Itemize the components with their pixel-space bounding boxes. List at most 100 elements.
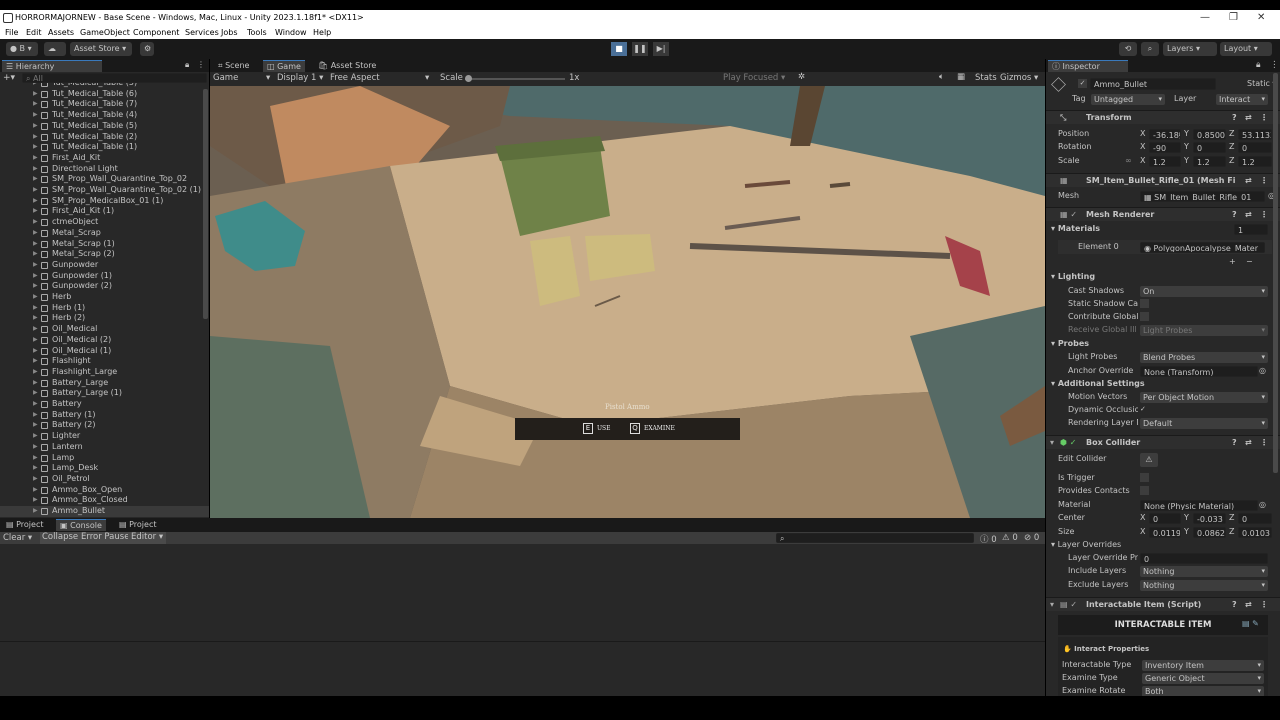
hierarchy-item[interactable]: ▶ Gunpowder (1)	[0, 271, 209, 282]
tab-project[interactable]: ▤ Project	[2, 519, 47, 531]
hierarchy-item[interactable]: ▶ Herb (2)	[0, 313, 209, 324]
minimize-button[interactable]: —	[1200, 12, 1210, 23]
include-layers-dropdown[interactable]: Nothing	[1140, 566, 1268, 577]
hierarchy-scrollbar[interactable]	[203, 89, 208, 319]
expand-arrow-icon[interactable]: ▶	[33, 399, 38, 410]
expand-arrow-icon[interactable]: ▶	[33, 206, 38, 217]
play-button[interactable]: ■	[611, 42, 627, 56]
menu-file[interactable]: File	[5, 28, 18, 37]
expand-arrow-icon[interactable]: ▶	[33, 420, 38, 431]
tab-inspector[interactable]: ⓘ Inspector	[1048, 60, 1128, 72]
hierarchy-item[interactable]: ▶ Tut_Medical_Table (7)	[0, 99, 209, 110]
hierarchy-item[interactable]: ▶ SM_Prop_Wall_Quarantine_Top_02	[0, 174, 209, 185]
hierarchy-item[interactable]: ▶ Ammo_Box_Closed	[0, 495, 209, 506]
console-search-input[interactable]: ⌕	[776, 533, 974, 543]
menu-services[interactable]: Services	[185, 28, 219, 37]
lock-icon[interactable]: 🔒︎	[185, 60, 189, 70]
scale-y[interactable]: 1.2	[1193, 156, 1226, 167]
center-x[interactable]: 0	[1149, 513, 1181, 524]
add-material-button[interactable]: +	[1229, 256, 1236, 268]
layer-overrides-foldout[interactable]: ▾ Layer Overrides	[1051, 539, 1121, 551]
hierarchy-item[interactable]: ▶ Battery (2)	[0, 420, 209, 431]
expand-arrow-icon[interactable]: ▶	[33, 378, 38, 389]
hierarchy-item[interactable]: ▶ Herb	[0, 292, 209, 303]
hierarchy-item[interactable]: ▶ ctmeObject	[0, 217, 209, 228]
remove-material-button[interactable]: −	[1246, 256, 1253, 268]
hierarchy-item[interactable]: ▶ Oil_Medical (1)	[0, 346, 209, 357]
box-collider-header[interactable]: ▾ ⬢ ✓ Box Collider? ⇄ ⋮	[1046, 435, 1280, 449]
menu-jobs[interactable]: Jobs	[221, 28, 238, 37]
expand-arrow-icon[interactable]: ▶	[33, 367, 38, 378]
log-count[interactable]: ⓘ 0	[980, 533, 997, 545]
object-name-field[interactable]: Ammo_Bullet	[1090, 78, 1216, 90]
expand-arrow-icon[interactable]: ▶	[33, 506, 38, 517]
light-probes-dropdown[interactable]: Blend Probes	[1140, 352, 1268, 363]
game-mode-dropdown[interactable]: Game ▾	[213, 73, 273, 83]
mesh-filter-header[interactable]: ▦ SM_Item_Bullet_Rifle_01 (Mesh Fi ⇄ ⋮	[1046, 173, 1280, 187]
examine-rotate-dropdown[interactable]: Both	[1142, 686, 1264, 696]
rotation-x[interactable]: -90	[1149, 142, 1181, 153]
rotation-y[interactable]: 0	[1193, 142, 1226, 153]
menu-window[interactable]: Window	[275, 28, 307, 37]
menu-help[interactable]: Help	[313, 28, 331, 37]
link-icon[interactable]: ∞	[1125, 155, 1132, 167]
hierarchy-item[interactable]: ▶ Battery	[0, 399, 209, 410]
expand-arrow-icon[interactable]: ▶	[33, 132, 38, 143]
hierarchy-item[interactable]: ▶ Oil_Petrol	[0, 474, 209, 485]
expand-arrow-icon[interactable]: ▶	[33, 335, 38, 346]
account-button[interactable]: ● B ▾	[6, 42, 38, 56]
materials-count[interactable]: 1	[1234, 224, 1268, 235]
history-icon[interactable]: ⟲	[1119, 42, 1137, 56]
layout-dropdown[interactable]: Layout ▾	[1220, 42, 1272, 56]
more-icon[interactable]: ⋮	[1260, 111, 1268, 125]
size-z[interactable]: 0.0103	[1238, 527, 1272, 538]
more-icon[interactable]: ⋮	[1270, 60, 1279, 70]
grid-icon[interactable]: ▦	[957, 72, 965, 82]
contribute-gi-checkbox[interactable]	[1140, 312, 1149, 321]
expand-arrow-icon[interactable]: ▶	[33, 495, 38, 506]
material-field[interactable]: None (Physic Material)	[1140, 500, 1258, 511]
hierarchy-item[interactable]: ▶ Battery (1)	[0, 410, 209, 421]
settings-icon[interactable]: ⚙	[140, 42, 154, 56]
expand-arrow-icon[interactable]: ▶	[33, 485, 38, 496]
inspector-scrollbar[interactable]	[1273, 73, 1278, 473]
hierarchy-item[interactable]: ▶ Ammo_Bullet	[0, 506, 209, 517]
expand-arrow-icon[interactable]: ▶	[33, 410, 38, 421]
close-button[interactable]: ✕	[1257, 12, 1265, 23]
warning-count[interactable]: ⚠ 0	[1002, 533, 1018, 543]
menu-gameobject[interactable]: GameObject	[80, 28, 130, 37]
lock-icon[interactable]: 🔒︎	[1256, 60, 1261, 70]
center-z[interactable]: 0	[1238, 513, 1272, 524]
hierarchy-item[interactable]: ▶ Gunpowder (2)	[0, 281, 209, 292]
expand-arrow-icon[interactable]: ▶	[33, 463, 38, 474]
hierarchy-item[interactable]: ▶ SM_Prop_MedicalBox_01 (1)	[0, 196, 209, 207]
pause-button[interactable]: ❚❚	[632, 42, 648, 56]
layer-override-priority-field[interactable]: 0	[1140, 553, 1268, 564]
tab-project-2[interactable]: ▤ Project	[115, 519, 160, 531]
add-icon[interactable]: +▾	[3, 73, 15, 83]
hierarchy-item[interactable]: ▶ SM_Prop_Wall_Quarantine_Top_02 (1)	[0, 185, 209, 196]
hierarchy-item[interactable]: ▶ Flashlight_Large	[0, 367, 209, 378]
hierarchy-item[interactable]: ▶ Tut_Medical_Table (6)	[0, 89, 209, 100]
expand-arrow-icon[interactable]: ▶	[33, 388, 38, 399]
expand-arrow-icon[interactable]: ▶	[33, 164, 38, 175]
tab-console[interactable]: ▣ Console	[56, 519, 106, 531]
scale-slider[interactable]	[465, 75, 565, 82]
expand-arrow-icon[interactable]: ▶	[33, 196, 38, 207]
layer-dropdown[interactable]: Interact	[1216, 94, 1268, 105]
preset-icon[interactable]: ⇄	[1245, 111, 1252, 125]
motion-vectors-dropdown[interactable]: Per Object Motion	[1140, 392, 1268, 403]
stats-button[interactable]: Stats	[975, 73, 997, 83]
gear-icon[interactable]: ✲	[798, 72, 805, 82]
expand-arrow-icon[interactable]: ▶	[33, 110, 38, 121]
materials-foldout[interactable]: ▾ Materials	[1051, 224, 1100, 233]
hierarchy-item[interactable]: ▶ First_Aid_Kit	[0, 153, 209, 164]
menu-assets[interactable]: Assets	[48, 28, 74, 37]
tab-scene[interactable]: ⌗ Scene	[214, 60, 253, 72]
hierarchy-item[interactable]: ▶ Herb (1)	[0, 303, 209, 314]
material-picker-icon[interactable]: ◎	[1259, 499, 1266, 511]
cloud-icon[interactable]: ☁	[44, 42, 66, 56]
expand-arrow-icon[interactable]: ▶	[33, 281, 38, 292]
hierarchy-search-input[interactable]: ⌕ All	[22, 73, 207, 83]
game-viewport[interactable]: Pistol Ammo E USE Q EXAMINE	[210, 86, 1045, 518]
